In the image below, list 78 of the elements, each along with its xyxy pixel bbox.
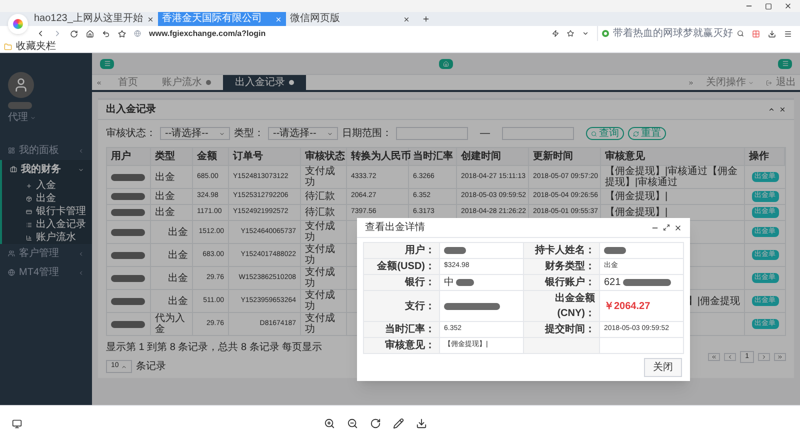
page-tab[interactable]: 账户流水 <box>150 75 223 90</box>
column-header: 转换为人民币 <box>347 148 409 165</box>
table-cell: 出金 <box>168 272 188 284</box>
table-cell-text: 代为入金 <box>155 313 186 335</box>
column-header: 创建时间 <box>457 148 529 165</box>
field-label: 持卡人姓名： <box>524 243 600 258</box>
table-cell-text: 支付成功 <box>305 244 336 266</box>
table-cell: 待汇款 <box>305 191 335 202</box>
search-field[interactable]: 带着热血的网球梦就赢灭好 <box>597 26 744 41</box>
table-cell-text: 支付成功 <box>305 313 336 335</box>
table-cell-text: 支付成功 <box>305 166 336 188</box>
field-label: 财务类型： <box>524 259 600 274</box>
pagination-summary: 条记录 <box>136 360 166 374</box>
filter-label: 日期范围： <box>342 126 392 141</box>
column-header: 审核状态 <box>301 148 347 165</box>
field-label: 用户： <box>364 243 440 258</box>
sidebar-menu-item[interactable]: MT4管理 <box>0 263 92 282</box>
browser-tab[interactable]: 微信网页版 <box>286 12 414 26</box>
column-header: 金额 <box>193 148 229 165</box>
page-tab[interactable]: 首页 <box>106 75 150 90</box>
browser-tab[interactable]: 香港金天国际有限公司 <box>158 12 286 26</box>
field-label: 当时汇率： <box>364 322 440 337</box>
sidebar-submenu-item[interactable]: 入金 <box>2 179 92 192</box>
column-header: 订单号 <box>229 148 301 165</box>
filter-label: 审核状态： <box>106 126 156 141</box>
date-separator: — <box>479 127 491 141</box>
dialog-title: 查看出金详情 <box>365 220 425 235</box>
field-label: 银行： <box>364 275 440 290</box>
table-cell: 待汇款 <box>305 207 335 218</box>
sidebar-menu-item[interactable]: 客户管理 <box>0 244 92 263</box>
table-cell: 出金 <box>168 296 188 306</box>
field-label: 出金金额(CNY)： <box>524 291 600 321</box>
close-button[interactable]: 关闭 <box>644 358 682 377</box>
browser-tab[interactable]: hao123_上网从这里开始 <box>30 12 158 26</box>
field-value: 中 <box>444 276 454 290</box>
address-field[interactable]: www.fgiexchange.com/a?login <box>149 28 544 40</box>
sidebar-submenu-item[interactable]: 银行卡管理 <box>2 205 92 218</box>
sidebar-menu-item[interactable]: 我的面板 <box>0 141 92 160</box>
sidebar-submenu-item[interactable]: 账户流水 <box>2 231 92 244</box>
column-header: 类型 <box>151 148 193 165</box>
column-header: 用户 <box>107 148 151 165</box>
table-cell: 出金 <box>155 207 175 218</box>
close-operations-dropdown[interactable]: 关闭操作 <box>698 75 762 90</box>
filter-label: 类型： <box>234 126 264 141</box>
table-cell: 出金 <box>168 250 188 260</box>
role-dropdown[interactable]: 代理 <box>8 112 92 122</box>
logout-button[interactable]: 退出 <box>762 75 800 90</box>
table-cell: 出金 <box>155 172 175 182</box>
column-header: 审核意见 <box>601 148 745 165</box>
bookmark-bar-item[interactable]: 收藏夹栏 <box>16 42 56 52</box>
type-select[interactable]: --请选择-- <box>268 127 338 140</box>
search-button[interactable]: 查询 <box>586 127 624 140</box>
field-label: 金额(USD)： <box>364 259 440 274</box>
field-label: 提交时间： <box>524 322 600 337</box>
field-value: ￥2064.27 <box>604 300 650 314</box>
panel-title: 出入金记录 <box>106 102 156 117</box>
field-value: 621 <box>604 276 621 290</box>
reset-button[interactable]: 重置 <box>628 127 666 140</box>
table-cell-text: 【佣金提现】|审核通过【佣金提现】|审核通过 <box>605 166 739 188</box>
column-header: 更新时间 <box>529 148 601 165</box>
status-select[interactable]: --请选择-- <box>160 127 230 140</box>
table-cell: 【佣金提现】| <box>605 191 668 202</box>
page-tab[interactable]: 出入金记录 <box>223 75 306 90</box>
table-cell-text: 支付成功 <box>305 267 336 289</box>
column-header: 操作 <box>745 148 785 165</box>
table-cell: 【佣金提现】| <box>605 207 668 218</box>
table-cell: 出金 <box>155 191 175 202</box>
field-label: 支行： <box>364 291 440 321</box>
pagination-summary: 显示第 1 到第 8 条记录，总共 8 条记录 每页显示 <box>106 340 322 355</box>
sidebar-submenu-item[interactable]: 出入金记录 <box>2 218 92 231</box>
field-label: 银行账户： <box>524 275 600 290</box>
field-label: 审核意见： <box>364 338 440 353</box>
sidebar-submenu-item[interactable]: 出金 <box>2 192 92 205</box>
column-header: 当时汇率 <box>409 148 457 165</box>
table-cell-text: 支付成功 <box>305 221 336 243</box>
sidebar-menu-item[interactable]: 我的财务 <box>2 160 92 179</box>
table-cell-text: 支付成功 <box>305 290 336 312</box>
table-cell: 出金 <box>168 226 188 238</box>
